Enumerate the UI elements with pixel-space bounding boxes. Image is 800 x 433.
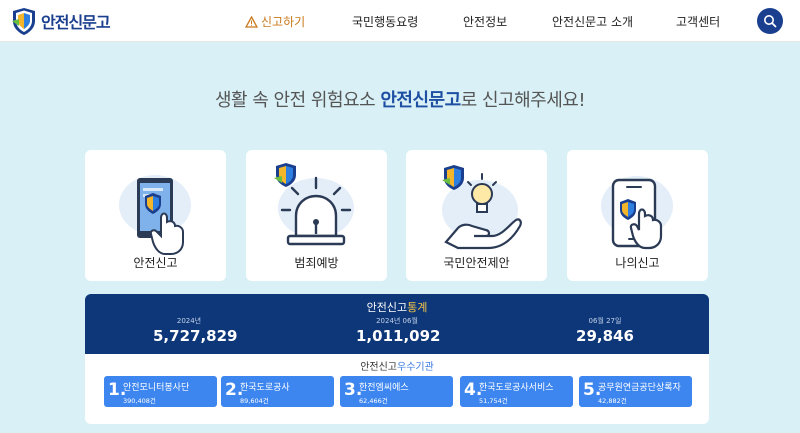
stat-caption: 2024년 xyxy=(176,317,202,325)
header: 안전신문고 신고하기 국민행동요령 안전정보 안전신문고 소개 고객센터 xyxy=(0,0,800,42)
stat-month: 2024년 06월 1,011,092 xyxy=(356,316,441,345)
orgs-title-highlight: 우수기관 xyxy=(397,362,434,373)
org-item[interactable]: 4. 한국도로공사서비스 51,754건 xyxy=(460,376,573,407)
orgs-title-prefix: 안전신고 xyxy=(360,362,397,373)
phone-touch-icon xyxy=(119,175,191,255)
card-crime-prevention[interactable]: 범죄예방 xyxy=(246,150,387,281)
hero-text-after: 로 신고해주세요! xyxy=(460,90,586,111)
top-orgs-panel: 안전신고우수기관 1. 안전모니터봉사단 390,408건 2. 한국도로공사 … xyxy=(85,354,709,424)
org-name: 한국도로공사 xyxy=(240,383,290,393)
org-count: 390,408건 xyxy=(123,397,156,405)
nav-customer-center[interactable]: 고객센터 xyxy=(676,13,720,30)
search-icon xyxy=(764,15,777,28)
org-item[interactable]: 3. 한전엠씨에스 62,466건 xyxy=(340,376,453,407)
hero-text-before: 생활 속 안전 위험요소 xyxy=(214,90,381,111)
idea-hand-icon xyxy=(442,165,522,250)
hero-text-highlight: 안전신문고 xyxy=(380,90,461,111)
stat-day: 06월 27일 29,846 xyxy=(569,316,641,345)
org-count: 62,466건 xyxy=(359,397,388,405)
card-safety-report[interactable]: 안전신고 xyxy=(85,150,226,281)
stats-title-prefix: 안전신고 xyxy=(366,301,408,314)
nav-report-label: 신고하기 xyxy=(261,15,306,29)
card-label: 국민안전제안 xyxy=(443,256,510,270)
logo-text: 안전신문고 xyxy=(41,13,111,32)
stat-value: 5,727,829 xyxy=(153,327,238,345)
org-item[interactable]: 5. 공무원연금공단상록자 42,882건 xyxy=(579,376,692,407)
stats-title: 안전신고통계 xyxy=(85,299,709,315)
org-name: 공무원연금공단상록자 xyxy=(598,383,681,393)
siren-icon xyxy=(274,163,354,246)
org-count: 89,604건 xyxy=(240,397,269,405)
stats-panel: 안전신고통계 2024년 5,727,829 2024년 06월 1,011,0… xyxy=(85,294,709,354)
hero-headline: 생활 속 안전 위험요소 안전신문고로 신고해주세요! xyxy=(0,86,800,112)
nav-guidelines[interactable]: 국민행동요령 xyxy=(352,13,418,30)
card-safety-proposal[interactable]: 국민안전제안 xyxy=(406,150,547,281)
org-name: 한국도로공사서비스 xyxy=(479,383,554,393)
org-item[interactable]: 1. 안전모니터봉사단 390,408건 xyxy=(104,376,217,407)
card-label: 안전신고 xyxy=(133,256,178,270)
nav-about[interactable]: 안전신문고 소개 xyxy=(552,13,633,30)
org-count: 42,882건 xyxy=(598,397,627,405)
stat-value: 29,846 xyxy=(576,327,634,345)
shield-logo-icon xyxy=(12,8,35,35)
my-phone-icon xyxy=(601,176,673,250)
search-button[interactable] xyxy=(757,8,783,34)
orgs-title: 안전신고우수기관 xyxy=(85,358,709,373)
warning-icon xyxy=(245,16,258,28)
card-my-reports[interactable]: 나의신고 xyxy=(567,150,708,281)
nav-report[interactable]: 신고하기 xyxy=(245,13,305,30)
org-item[interactable]: 2. 한국도로공사 89,604건 xyxy=(221,376,334,407)
org-name: 한전엠씨에스 xyxy=(359,383,409,393)
org-name: 안전모니터봉사단 xyxy=(123,383,190,393)
stats-title-highlight: 통계 xyxy=(407,301,428,314)
stat-caption: 06월 27일 xyxy=(588,317,622,325)
stat-year: 2024년 5,727,829 xyxy=(153,316,238,345)
logo[interactable]: 안전신문고 xyxy=(10,6,111,36)
card-label: 범죄예방 xyxy=(294,256,339,270)
nav-safety-info[interactable]: 안전정보 xyxy=(463,13,507,30)
org-count: 51,754건 xyxy=(479,397,508,405)
stat-caption: 2024년 06월 xyxy=(376,317,418,325)
card-label: 나의신고 xyxy=(615,256,660,270)
stat-value: 1,011,092 xyxy=(356,327,441,345)
